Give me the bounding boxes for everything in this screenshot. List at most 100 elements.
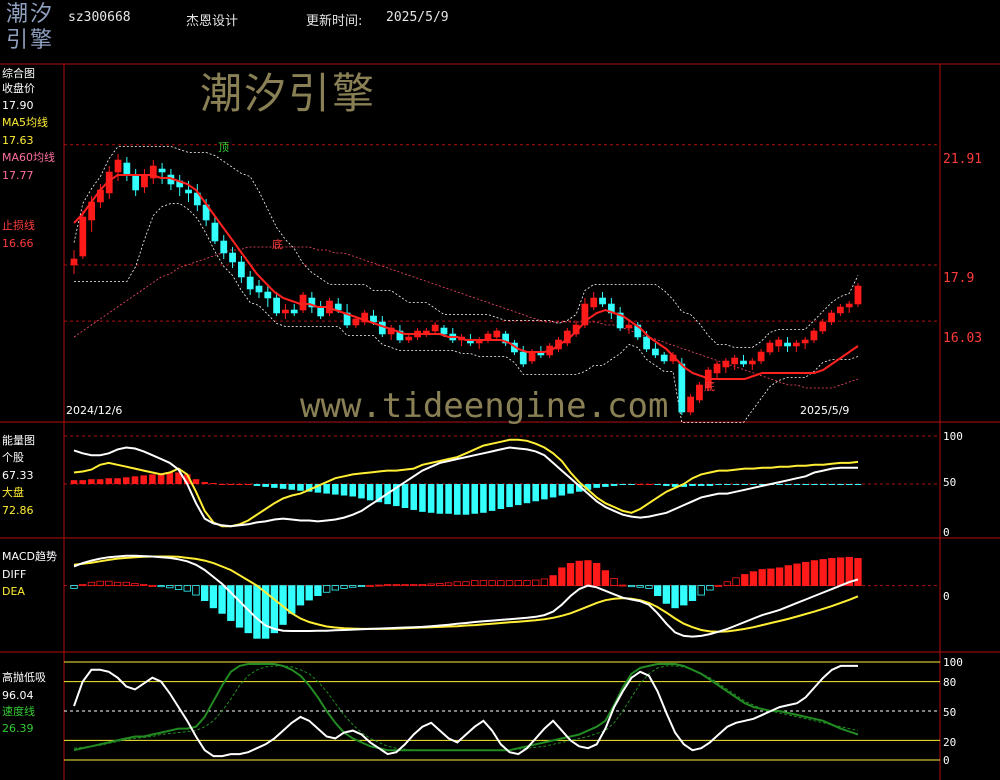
macd-bar [593,563,601,586]
energy-bar [227,484,235,485]
energy-bar [79,480,86,484]
energy-market-value: 72.86 [2,504,34,517]
energy-bar [828,484,836,485]
energy-bar [140,475,147,484]
close-value: 17.90 [2,99,34,112]
watermark-url: www.tideengine.com [300,386,669,426]
energy-bar [332,484,339,495]
macd-bar [235,585,244,628]
energy-bar [636,484,644,485]
candle-body [625,324,633,329]
energy-bar [210,483,217,485]
candle-body [79,216,87,257]
candle-body [845,303,853,308]
osc-axis-20: 20 [943,736,957,749]
macd-bar [514,580,522,586]
macd-bar [453,581,461,587]
macd-bar [610,577,618,587]
macd-bar [79,584,87,586]
macd-bar [671,585,679,609]
macd-bar [636,585,644,588]
energy-bar [750,484,757,485]
candle-body [687,396,695,413]
candle-body [599,297,606,305]
macd-bar [253,585,261,639]
stop-value: 16.66 [2,237,34,250]
candle-body [237,261,245,278]
macd-bar [488,580,496,586]
energy-bar [279,484,287,489]
macd-bar [296,585,305,606]
ma60-label: MA60均线 [2,151,56,164]
energy-bar [697,484,705,486]
watermark-title: 潮汐引擎 [200,69,377,118]
candle-body [828,312,835,323]
energy-bar [776,484,783,485]
energy-bar [515,484,522,506]
macd-bar [688,585,697,601]
candle-body [766,342,774,353]
macd-bar [810,560,819,587]
osc-speed-label: 速度线 [2,705,35,718]
mark-bottom-1: 底 [272,238,283,251]
candle-body [854,285,862,305]
macd-title: MACD趋势 [2,550,57,563]
energy-bar [523,484,531,504]
energy-bar [349,484,357,497]
energy-bar [419,484,426,512]
macd-bar [601,570,610,587]
energy-bar [715,484,722,485]
macd-bar [680,585,688,606]
macd-bar [183,585,191,592]
energy-bar [724,484,731,485]
energy-axis-100: 100 [943,430,963,443]
macd-bar [767,568,775,587]
candle-body [405,336,413,341]
candle-body [757,351,765,362]
energy-bar [271,484,278,488]
energy-bar [149,474,156,484]
macd-bar [532,579,540,587]
candle-body [528,351,536,362]
energy-bar [471,484,478,514]
energy-bar [541,484,548,500]
candle-body [317,306,325,317]
date-end: 2025/5/9 [800,404,850,417]
macd-diff-label: DIFF [2,568,27,581]
energy-bar [628,484,635,485]
macd-bar [192,585,200,596]
energy-bar [401,484,409,508]
energy-bar [454,484,461,515]
energy-bar [262,484,269,487]
macd-bar [775,567,784,586]
macd-bar [401,584,409,586]
energy-bar [802,484,809,485]
osc-axis-80: 80 [943,676,957,689]
axis-label-main-2: 17.9 [943,271,975,286]
macd-bar [653,585,662,596]
macd-bar [174,585,183,590]
macd-bar [218,585,226,614]
energy-bar [192,479,200,484]
macd-bar [157,585,165,588]
osc-title: 高抛低吸 [2,671,46,684]
osc-value: 96.04 [2,689,34,702]
candle-body [246,276,254,290]
macd-bar [140,584,148,586]
macd-bar [96,580,104,586]
energy-bar [445,484,452,514]
ma60-value: 17.77 [2,169,34,182]
osc-axis-0: 0 [943,754,950,767]
energy-bar [70,480,78,484]
candle-body [220,240,228,254]
energy-bar [689,484,696,486]
energy-bar [253,484,261,486]
macd-bar [741,574,749,586]
energy-bar [114,478,121,484]
axis-label-main-3: 16.03 [943,331,983,346]
energy-bar [706,484,714,486]
candle-body [722,360,730,368]
candle-body [141,174,148,188]
energy-axis-0: 0 [943,526,950,539]
energy-bar [123,477,130,484]
